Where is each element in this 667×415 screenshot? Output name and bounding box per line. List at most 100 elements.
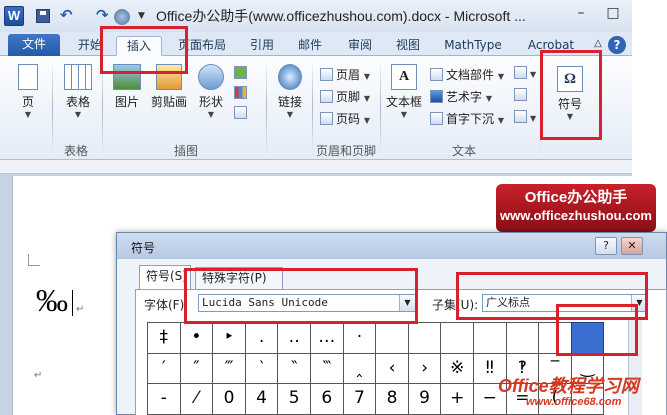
symbol-cell[interactable]: [473, 322, 507, 354]
symbol-cell[interactable]: ‶: [277, 352, 311, 384]
chevron-down-icon: ▼: [363, 94, 370, 103]
symbol-cell[interactable]: ′: [147, 352, 181, 384]
shapes-button[interactable]: 形状 ▼: [194, 64, 228, 119]
symbol-cell[interactable]: ‹: [375, 352, 409, 384]
chevron-down-icon: ▼: [74, 110, 82, 119]
symbol-cell[interactable]: ‸: [342, 352, 377, 384]
textbox-button[interactable]: A 文本框 ▼: [384, 64, 424, 119]
margin-corner-mark: [28, 254, 40, 266]
chevron-down-icon: ▼: [530, 70, 537, 79]
links-button[interactable]: 链接 ▼: [272, 64, 308, 119]
symbol-cell[interactable]: ″: [179, 352, 214, 384]
chevron-down-icon: ▼: [400, 110, 408, 119]
chevron-down-icon: ▼: [497, 72, 504, 81]
restore-button[interactable]: □: [598, 3, 628, 25]
wordart-label: 艺术字: [446, 90, 483, 104]
watermark-title: Office办公助手: [524, 189, 628, 206]
pages-button[interactable]: 页 ▼: [10, 64, 46, 119]
symbol-cell[interactable]: ‷: [310, 352, 344, 384]
textbox-icon: A: [391, 64, 417, 90]
calendar-icon: [514, 88, 527, 101]
symbol-cell[interactable]: ‐: [147, 383, 181, 415]
qat-more-icon[interactable]: ▼: [138, 9, 152, 23]
redo-icon[interactable]: ↷: [96, 8, 110, 23]
wordart-icon: [430, 90, 443, 103]
screenshot-button[interactable]: [234, 106, 250, 120]
tab-mathtype[interactable]: MathType: [436, 36, 510, 56]
symbol-cell[interactable]: 5: [277, 383, 311, 415]
header-button[interactable]: 页眉 ▼: [320, 66, 370, 83]
table-icon: [64, 64, 92, 90]
signature-line-button[interactable]: ▼: [514, 66, 536, 80]
dropcap-label: 首字下沉: [446, 112, 495, 126]
symbol-cell[interactable]: …: [310, 322, 344, 354]
footer-icon: [320, 90, 333, 103]
quickparts-button[interactable]: 文档部件 ▼: [430, 66, 504, 83]
divider: [102, 60, 103, 156]
symbol-cell[interactable]: [440, 322, 474, 354]
save-icon[interactable]: [36, 9, 50, 23]
symbol-cell[interactable]: 0: [212, 383, 246, 415]
watermark-url: www.officezhushou.com: [500, 208, 652, 223]
tab-review[interactable]: 审阅: [338, 36, 382, 56]
screenshot-icon: [234, 106, 247, 119]
symbol-cell[interactable]: 7: [342, 383, 377, 415]
divider: [52, 60, 53, 156]
symbol-cell[interactable]: 6: [310, 383, 344, 415]
chart-icon: [234, 86, 247, 99]
highlight-selected-symbol: [556, 304, 638, 356]
symbol-cell[interactable]: ‣: [212, 322, 246, 354]
help-icon[interactable]: ?: [608, 36, 626, 54]
tab-view[interactable]: 视图: [388, 36, 428, 56]
page-number-button[interactable]: 页码 ▼: [320, 110, 370, 127]
symbol-cell[interactable]: ›: [407, 352, 442, 384]
symbol-cell[interactable]: [407, 322, 442, 354]
paragraph-mark-icon: ↵: [34, 370, 43, 381]
symbol-cell[interactable]: 9: [407, 383, 442, 415]
tab-mailings[interactable]: 邮件: [290, 36, 330, 56]
quickparts-icon: [430, 68, 443, 81]
customize-icon[interactable]: [114, 9, 130, 25]
divider: [266, 60, 267, 156]
symbol-cell[interactable]: ‧: [342, 322, 377, 354]
symbol-cell[interactable]: •: [179, 322, 214, 354]
symbol-cell[interactable]: +: [440, 383, 474, 415]
chart-button[interactable]: [234, 86, 250, 100]
datetime-button[interactable]: [514, 88, 530, 102]
ribbon-tabs: 文件 开始 插入 页面布局 引用 邮件 审阅 视图 MathType Acrob…: [0, 32, 632, 56]
chevron-down-icon: ▼: [485, 94, 492, 103]
document-text[interactable]: ‰: [36, 282, 68, 319]
dropcap-button[interactable]: 首字下沉 ▼: [430, 110, 504, 127]
symbol-cell[interactable]: ⁄: [179, 383, 214, 415]
minimize-button[interactable]: –: [566, 3, 596, 25]
ribbon: 页 ▼ 表格 ▼ 表格 图片 剪贴画 形状 ▼ 插图 链接 ▼ 页眉 ▼ 页脚 …: [0, 56, 632, 160]
tab-file[interactable]: 文件: [8, 34, 60, 56]
symbol-cell[interactable]: ‥: [277, 322, 311, 354]
tab-references[interactable]: 引用: [242, 36, 282, 56]
symbol-cell[interactable]: ‵: [244, 352, 279, 384]
symbol-cell[interactable]: 4: [244, 383, 279, 415]
undo-icon[interactable]: ↶: [60, 8, 74, 23]
group-label-text: 文本: [452, 144, 477, 158]
symbol-cell[interactable]: ※: [440, 352, 474, 384]
symbol-cell[interactable]: ‴: [212, 352, 246, 384]
dialog-help-button[interactable]: ?: [595, 237, 617, 255]
dialog-close-button[interactable]: ✕: [621, 237, 643, 255]
wordart-button[interactable]: 艺术字 ▼: [430, 88, 492, 105]
picture-label: 图片: [114, 95, 139, 109]
symbol-cell[interactable]: 8: [375, 383, 409, 415]
footer-button[interactable]: 页脚 ▼: [320, 88, 370, 105]
table-button[interactable]: 表格 ▼: [60, 64, 96, 119]
pages-label: 页: [21, 95, 34, 109]
chevron-down-icon: ▼: [497, 116, 504, 125]
globe-icon: [278, 64, 302, 90]
symbol-cell[interactable]: [505, 322, 540, 354]
symbol-cell[interactable]: ․: [244, 322, 279, 354]
signature-icon: [514, 66, 527, 79]
word-logo-icon[interactable]: W: [4, 6, 24, 26]
symbol-cell[interactable]: ‡: [147, 322, 181, 354]
smartart-button[interactable]: [234, 66, 250, 80]
text-cursor: [72, 290, 73, 316]
symbol-cell[interactable]: [375, 322, 409, 354]
object-button[interactable]: ▼: [514, 110, 536, 124]
